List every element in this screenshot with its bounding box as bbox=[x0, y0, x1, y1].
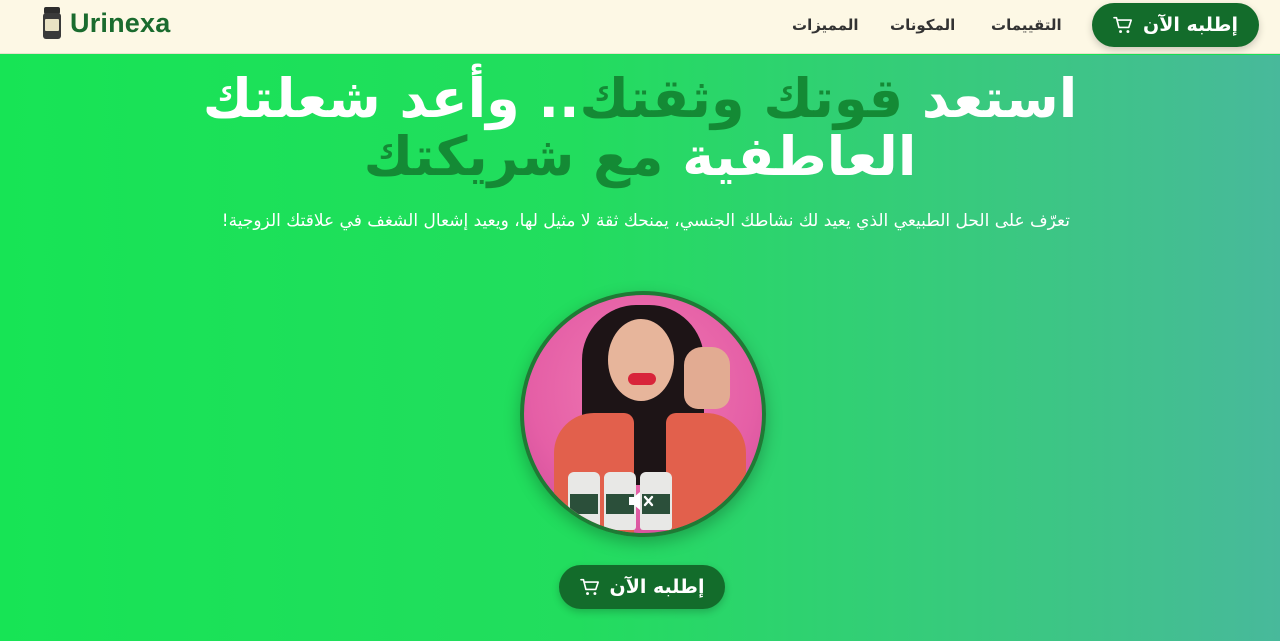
hero-subheadline: تعرّف على الحل الطبيعي الذي يعيد لك نشاط… bbox=[221, 211, 1070, 231]
hero-headline: استعد قوتك وثقتك.. وأعد شعلتك العاطفية م… bbox=[140, 70, 1140, 186]
nav-link-features[interactable]: المميزات bbox=[792, 16, 859, 34]
nav-link-reviews[interactable]: التقييمات bbox=[991, 16, 1062, 34]
cart-icon bbox=[579, 578, 599, 596]
mute-icon[interactable] bbox=[626, 489, 656, 513]
nav-link-ingredients[interactable]: المكونات bbox=[890, 16, 955, 34]
headline-part-2: قوتك وثقتك bbox=[579, 67, 904, 130]
order-now-label: إطلبه الآن bbox=[609, 576, 705, 598]
cart-icon bbox=[1113, 16, 1133, 34]
site-header: Urinexa المميزات المكونات التقييمات إطلب… bbox=[0, 0, 1280, 54]
order-now-button-header[interactable]: إطلبه الآن bbox=[1092, 3, 1259, 47]
brand-logo[interactable]: Urinexa bbox=[42, 7, 170, 39]
order-now-label: إطلبه الآن bbox=[1143, 14, 1238, 36]
headline-part-4: مع شريكتك bbox=[363, 125, 664, 188]
order-now-button-hero[interactable]: إطلبه الآن bbox=[559, 565, 725, 609]
headline-part-1: استعد bbox=[903, 67, 1078, 130]
product-jar-icon bbox=[42, 7, 62, 39]
brand-name: Urinexa bbox=[70, 7, 171, 38]
hero-video[interactable] bbox=[520, 291, 766, 537]
